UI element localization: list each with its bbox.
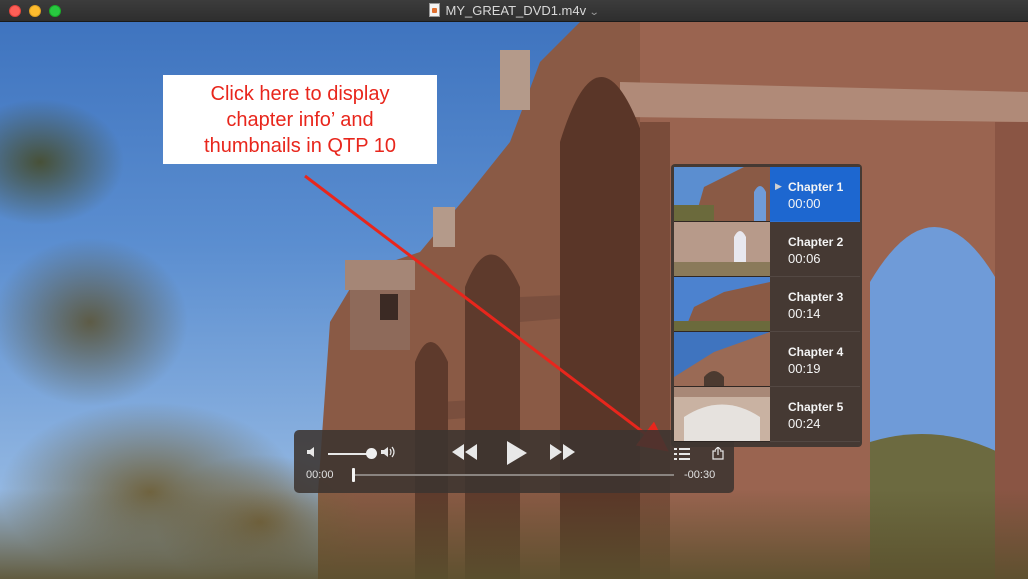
chapter-info: Chapter 2 00:06 <box>770 222 860 277</box>
annotation-line-2: chapter info’ and <box>226 109 374 131</box>
scrubber-playhead[interactable] <box>352 468 355 482</box>
chapter-name: Chapter 2 <box>788 235 844 249</box>
chapter-popup: ▶ Chapter 1 00:00 Chapter 2 00:06 Chapte… <box>671 164 862 447</box>
chapter-info: Chapter 3 00:14 <box>770 277 860 332</box>
fast-forward-icon[interactable] <box>550 444 576 465</box>
volume-high-icon[interactable] <box>380 446 398 461</box>
playback-controls: 00:00 -00:30 <box>294 430 734 493</box>
chapter-info: Chapter 5 00:24 <box>770 387 860 442</box>
video-frame[interactable] <box>0 22 1028 579</box>
chapter-name: Chapter 3 <box>788 290 844 304</box>
chapter-time: 00:00 <box>788 196 821 211</box>
selected-arrow-icon: ▶ <box>775 181 782 191</box>
chapter-item[interactable]: Chapter 3 00:14 <box>674 277 860 332</box>
chapter-name: Chapter 4 <box>788 345 844 359</box>
volume-slider-knob[interactable] <box>366 448 377 459</box>
chapter-list-icon[interactable] <box>674 447 690 460</box>
annotation-callout: Click here to display chapter info’ and … <box>163 75 437 164</box>
chapter-time: 00:24 <box>788 416 821 431</box>
share-icon[interactable] <box>712 446 724 460</box>
chapter-thumbnail <box>674 332 770 387</box>
chapter-thumbnail <box>674 222 770 277</box>
chapter-item[interactable]: Chapter 4 00:19 <box>674 332 860 387</box>
chapter-time: 00:06 <box>788 251 821 266</box>
chapter-name: Chapter 5 <box>788 400 844 414</box>
chapter-item[interactable]: Chapter 2 00:06 <box>674 222 860 277</box>
window-title-area[interactable]: MY_GREAT_DVD1.m4v ⌄ <box>0 3 1028 21</box>
chapter-info: Chapter 4 00:19 <box>770 332 860 387</box>
chapter-item[interactable]: Chapter 5 00:24 <box>674 387 860 442</box>
rewind-icon[interactable] <box>452 444 478 465</box>
window-title: MY_GREAT_DVD1.m4v <box>445 3 587 18</box>
chapter-name: Chapter 1 <box>788 180 844 194</box>
chevron-down-icon[interactable]: ⌄ <box>589 5 600 21</box>
annotation-line-1: Click here to display <box>210 83 390 105</box>
chapter-thumbnail <box>674 167 770 222</box>
chapter-info: ▶ Chapter 1 00:00 <box>770 167 860 222</box>
chapter-time: 00:19 <box>788 361 821 376</box>
window-titlebar: MY_GREAT_DVD1.m4v ⌄ <box>0 0 1028 22</box>
ground-foliage <box>0 489 1028 579</box>
chapter-thumbnail <box>674 387 770 442</box>
chapter-time: 00:14 <box>788 306 821 321</box>
current-time: 00:00 <box>306 469 334 481</box>
scrubber-track[interactable] <box>354 474 674 476</box>
file-icon <box>429 3 441 17</box>
chapter-thumbnail <box>674 277 770 332</box>
volume-low-icon[interactable] <box>306 446 318 461</box>
remaining-time: -00:30 <box>684 469 716 481</box>
chapter-item[interactable]: ▶ Chapter 1 00:00 <box>674 167 860 222</box>
play-icon[interactable] <box>506 440 528 473</box>
annotation-line-3: thumbnails in QTP 10 <box>204 135 396 157</box>
